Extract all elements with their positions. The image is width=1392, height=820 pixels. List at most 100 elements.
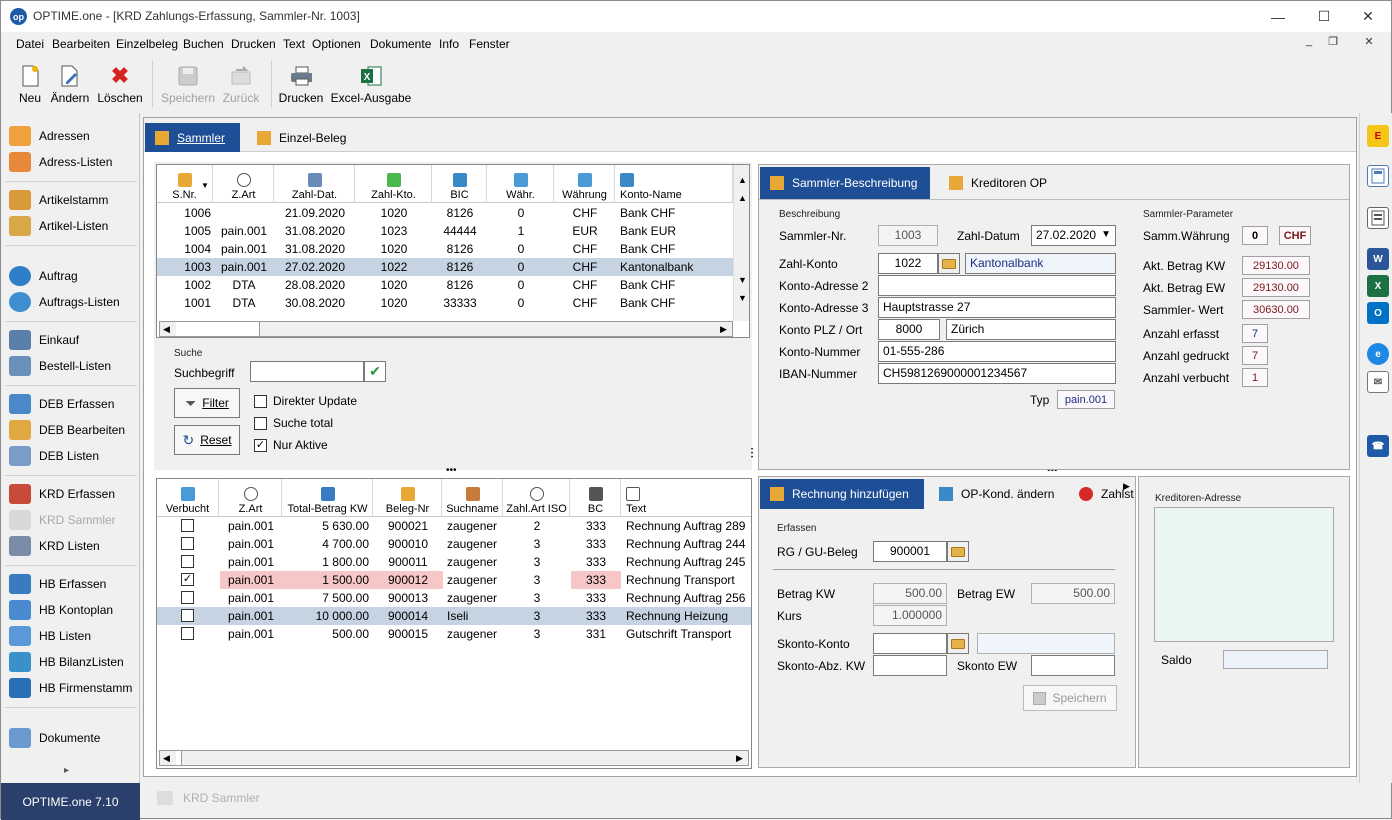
search-confirm-check-icon[interactable]: ✔ <box>364 361 386 382</box>
col-zahl-kto[interactable]: Zahl-Kto. <box>356 165 432 203</box>
splitter-handle-icon[interactable]: ••• <box>751 447 755 461</box>
table-row[interactable]: 1005 pain.001 31.08.2020 1023 44444 1 EUR Bank … <box>157 222 733 240</box>
ort-field[interactable]: Zürich <box>946 319 1116 340</box>
scroll-right-icon[interactable]: ▶ <box>736 753 743 764</box>
maximize-button[interactable]: ☐ <box>1301 1 1347 32</box>
zahl-konto-field[interactable]: 1022 <box>878 253 938 274</box>
menu-fenster[interactable]: Fenster <box>469 37 510 51</box>
table-row-selected[interactable]: 1003 pain.001 27.02.2020 1022 8126 0 CHF Kanton… <box>157 258 733 276</box>
col-zahlart-iso[interactable]: Zahl.Art ISO <box>504 479 570 517</box>
verbucht-checkbox[interactable] <box>181 591 194 604</box>
col-zart[interactable]: Z.Art <box>220 479 282 517</box>
betrag-ew-field[interactable]: 500.00 <box>1031 583 1115 604</box>
col-bic[interactable]: BIC <box>433 165 487 203</box>
tab-op-kond-aendern[interactable]: OP-Kond. ändern <box>929 479 1064 509</box>
folder-icon[interactable] <box>938 253 960 274</box>
sammler-horizontal-scrollbar[interactable]: ◀ ▶ <box>159 321 733 337</box>
report-icon[interactable] <box>1367 207 1389 229</box>
mdi-restore-button[interactable]: ❐ <box>1322 35 1344 49</box>
scroll-top-icon[interactable]: ▲ <box>738 175 747 185</box>
outlook-icon[interactable]: O <box>1367 302 1389 324</box>
table-row[interactable]: 1001 DTA 30.08.2020 1020 33333 0 CHF Bank CHF <box>157 294 733 312</box>
menu-info[interactable]: Info <box>439 37 459 51</box>
skonto-konto-field[interactable] <box>873 633 947 654</box>
verbucht-checkbox[interactable] <box>181 609 194 622</box>
verbucht-checkbox-checked[interactable]: ✓ <box>181 573 194 586</box>
folder-icon[interactable] <box>947 633 969 654</box>
nur-aktive-checkbox[interactable]: ✓ Nur Aktive <box>254 438 328 452</box>
verbucht-checkbox[interactable] <box>181 627 194 640</box>
kurs-field[interactable]: 1.000000 <box>873 605 947 626</box>
delete-button[interactable]: ✖ Löschen <box>97 59 143 109</box>
tab-sammler[interactable]: Sammler <box>145 123 240 152</box>
scroll-thumb[interactable] <box>176 751 182 765</box>
table-row[interactable]: pain.001 500.00 900015 zaugener 3 331 Gutschri… <box>157 625 751 643</box>
tab-sammler-beschreibung[interactable]: Sammler-Beschreibung <box>760 167 930 199</box>
col-konto-name[interactable]: Konto-Name <box>616 165 733 203</box>
verbucht-checkbox[interactable] <box>181 519 194 532</box>
iban-field[interactable]: CH5981269000001234567 <box>878 363 1116 384</box>
scroll-left-icon[interactable]: ◀ <box>163 324 170 335</box>
phone-icon[interactable]: ☎ <box>1367 435 1389 457</box>
beleg-field[interactable]: 900001 <box>873 541 947 562</box>
menu-buchen[interactable]: Buchen <box>183 37 224 51</box>
menu-text[interactable]: Text <box>283 37 305 51</box>
sidebar-item-auftrags-listen[interactable]: Auftrags-Listen <box>9 290 137 314</box>
skonto-abz-kw-field[interactable] <box>873 655 947 676</box>
search-input[interactable] <box>250 361 364 382</box>
splitter-handle-icon[interactable]: ••• <box>446 466 457 476</box>
sammler-vertical-scrollbar[interactable]: ▲ ▲ ▼ ▼ <box>733 165 749 321</box>
direkter-update-checkbox[interactable]: Direkter Update <box>254 394 357 408</box>
table-row[interactable]: 1006 21.09.2020 1020 8126 0 CHF Bank CHF <box>157 204 733 222</box>
reset-button[interactable]: ↻ Reset <box>174 425 240 455</box>
menu-bearbeiten[interactable]: Bearbeiten <box>52 37 110 51</box>
internet-explorer-icon[interactable]: e <box>1367 343 1389 365</box>
table-row-selected[interactable]: pain.001 10 000.00 900014 Iseli 3 333 Rechnung… <box>157 607 751 625</box>
zahl-datum-select[interactable]: 27.02.2020 ▼ <box>1031 225 1116 246</box>
col-total-betrag[interactable]: Total-Betrag KW <box>283 479 373 517</box>
sammler-nr-field[interactable]: 1003 <box>878 225 938 246</box>
sidebar-item-deb-bearbeiten[interactable]: DEB Bearbeiten <box>9 418 137 442</box>
scroll-down-icon[interactable]: ▼ <box>738 275 747 285</box>
col-text[interactable]: Text <box>622 479 752 517</box>
col-suchname[interactable]: Suchname <box>443 479 503 517</box>
mdi-close-button[interactable]: ✕ <box>1358 35 1380 49</box>
table-row[interactable]: pain.001 1 800.00 900011 zaugener 3 333 Rechnu… <box>157 553 751 571</box>
minimize-button[interactable]: — <box>1255 1 1301 32</box>
plz-field[interactable]: 8000 <box>878 319 940 340</box>
calculator-icon[interactable] <box>1367 165 1389 187</box>
sidebar-item-krd-sammler[interactable]: KRD Sammler <box>9 508 137 532</box>
email-document-icon[interactable]: ✉ <box>1367 371 1389 393</box>
sidebar-item-deb-listen[interactable]: DEB Listen <box>9 444 137 468</box>
scroll-right-icon[interactable]: ▶ <box>720 324 727 335</box>
mdi-minimize-button[interactable]: _ <box>1298 35 1320 49</box>
tab-scroll-right-icon[interactable]: ▶ <box>1123 481 1130 492</box>
menu-datei[interactable]: Datei <box>16 37 44 51</box>
table-row[interactable]: pain.001 5 630.00 900021 zaugener 2 333 Rechnu… <box>157 517 751 535</box>
sidebar-item-deb-erfassen[interactable]: DEB Erfassen <box>9 392 137 416</box>
col-waehrung[interactable]: Währung <box>555 165 615 203</box>
excel-export-button[interactable]: X Excel-Ausgabe <box>330 59 412 109</box>
taskbar-krd-sammler[interactable]: KRD Sammler <box>157 791 260 805</box>
verbucht-checkbox[interactable] <box>181 555 194 568</box>
sidebar-item-adressen[interactable]: Adressen <box>9 124 137 148</box>
sidebar-item-bestell-listen[interactable]: Bestell-Listen <box>9 354 137 378</box>
table-row[interactable]: 1002 DTA 28.08.2020 1020 8126 0 CHF Bank CHF <box>157 276 733 294</box>
col-waehr[interactable]: Währ. <box>488 165 554 203</box>
sidebar-item-dokumente[interactable]: Dokumente <box>9 726 137 750</box>
betrag-kw-field[interactable]: 500.00 <box>873 583 947 604</box>
col-zart[interactable]: Z.Art <box>214 165 274 203</box>
sidebar-item-artikel-listen[interactable]: Artikel-Listen <box>9 214 137 238</box>
konto-adresse-2-field[interactable] <box>878 275 1116 296</box>
edit-button[interactable]: Ändern <box>49 59 91 109</box>
sidebar-item-artikelstamm[interactable]: Artikelstamm <box>9 188 137 212</box>
sidebar-item-auftrag[interactable]: Auftrag <box>9 264 137 288</box>
sidebar-item-krd-listen[interactable]: KRD Listen <box>9 534 137 558</box>
menu-optionen[interactable]: Optionen <box>312 37 361 51</box>
col-zahl-dat[interactable]: Zahl-Dat. <box>275 165 355 203</box>
sidebar-item-einkauf[interactable]: Einkauf <box>9 328 137 352</box>
speichern-button[interactable]: Speichern <box>1023 685 1117 711</box>
tab-kreditoren-op[interactable]: Kreditoren OP <box>939 167 1057 199</box>
sidebar-item-hb-firmenstamm[interactable]: HB Firmenstamm <box>9 676 137 700</box>
col-bc[interactable]: BC <box>571 479 621 517</box>
